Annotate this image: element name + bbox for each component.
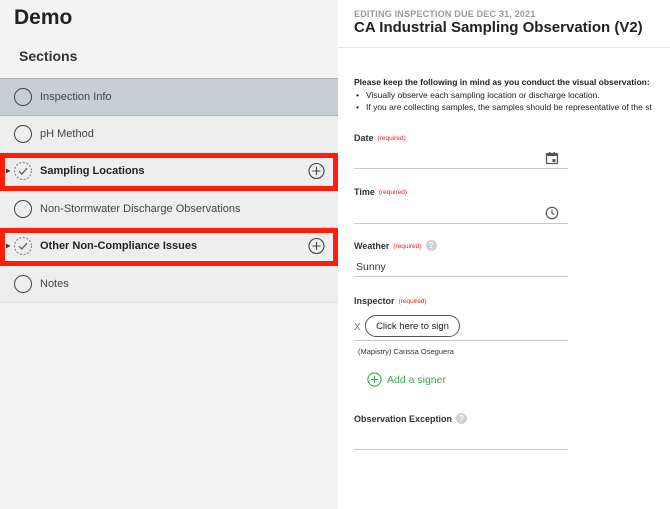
signer-name: (Mapistry) Carissa Oseguera [358,347,454,356]
inspector-label: Inspector (required) [354,296,427,306]
add-circle-icon[interactable] [308,163,325,180]
observation-notice: Please keep the following in mind as you… [354,77,670,113]
click-to-sign-button[interactable]: Click here to sign [365,315,460,337]
time-label: Time (required) [354,187,407,197]
sidebar-item-label: Non-Stormwater Discharge Observations [40,202,241,215]
expand-caret-icon[interactable]: ▶ [6,243,11,250]
weather-label: Weather (required)? [354,240,437,252]
help-icon[interactable]: ? [425,240,437,252]
observation-exception-label: Observation Exception? [354,413,468,425]
add-signer-button[interactable]: Add a signer [367,372,446,387]
calendar-icon[interactable] [545,151,559,165]
sidebar-item-ph-method[interactable]: pH Method [0,115,338,153]
observation-exception-field[interactable] [354,449,568,450]
sidebar-item-label: Other Non-Compliance Issues [40,240,198,253]
page-title: CA Industrial Sampling Observation (V2) [354,19,643,36]
expand-caret-icon[interactable]: ▶ [6,168,11,175]
required-tag: (required) [393,243,422,250]
notice-list: Visually observe each sampling location … [354,89,670,113]
required-tag: (required) [377,135,406,142]
form-panel: EDITING INSPECTION DUE DEC 31, 2021 CA I… [338,0,670,509]
sidebar-item-inspection-info[interactable]: Inspection Info [0,78,338,116]
help-icon[interactable]: ? [456,413,468,425]
observation-exception-label-text: Observation Exception [354,414,453,424]
sidebar-item-non-stormwater[interactable]: Non-Stormwater Discharge Observations [0,190,338,228]
check-circle-icon [13,162,33,181]
notice-bullet: Visually observe each sampling location … [354,89,670,101]
sidebar-item-sampling-locations[interactable]: ▶ Sampling Locations [0,153,338,191]
weather-value[interactable]: Sunny [356,261,386,273]
notice-lead: Please keep the following in mind as you… [354,77,650,87]
sidebar-item-label: pH Method [40,127,94,140]
weather-label-text: Weather [354,241,390,251]
required-tag: (required) [398,298,427,305]
app-title: Demo [14,6,73,29]
sidebar-item-label: Sampling Locations [40,165,145,178]
sections-heading: Sections [19,48,78,64]
signature-x-mark: X [354,322,361,333]
sidebar-item-label: Inspection Info [40,90,112,103]
status-circle-icon [14,87,32,106]
time-field[interactable] [354,223,568,224]
check-circle-icon [13,237,33,256]
section-list: Inspection Info pH Method ▶ Sampling Loc… [0,78,338,303]
clock-icon[interactable] [545,206,559,220]
sidebar-item-other-non-compliance[interactable]: ▶ Other Non-Compliance Issues [0,228,338,266]
date-label-text: Date [354,133,374,143]
time-label-text: Time [354,187,375,197]
date-label: Date (required) [354,133,406,143]
inspector-label-text: Inspector [354,296,395,306]
sidebar: Demo Sections Inspection Info pH Method … [0,0,338,509]
status-circle-icon [14,199,32,218]
add-circle-icon [367,372,382,387]
add-signer-label: Add a signer [387,373,446,386]
required-tag: (required) [378,189,408,196]
sidebar-item-label: Notes [40,277,69,290]
header-divider [338,47,670,48]
status-circle-icon [14,124,32,143]
add-circle-icon[interactable] [308,238,325,255]
weather-field[interactable] [354,276,568,277]
date-field[interactable] [354,168,568,169]
sidebar-item-notes[interactable]: Notes [0,265,338,303]
signature-line [354,340,568,341]
editing-eyebrow: EDITING INSPECTION DUE DEC 31, 2021 [354,9,536,19]
status-circle-icon [14,274,32,293]
notice-bullet: If you are collecting samples, the sampl… [354,101,670,113]
